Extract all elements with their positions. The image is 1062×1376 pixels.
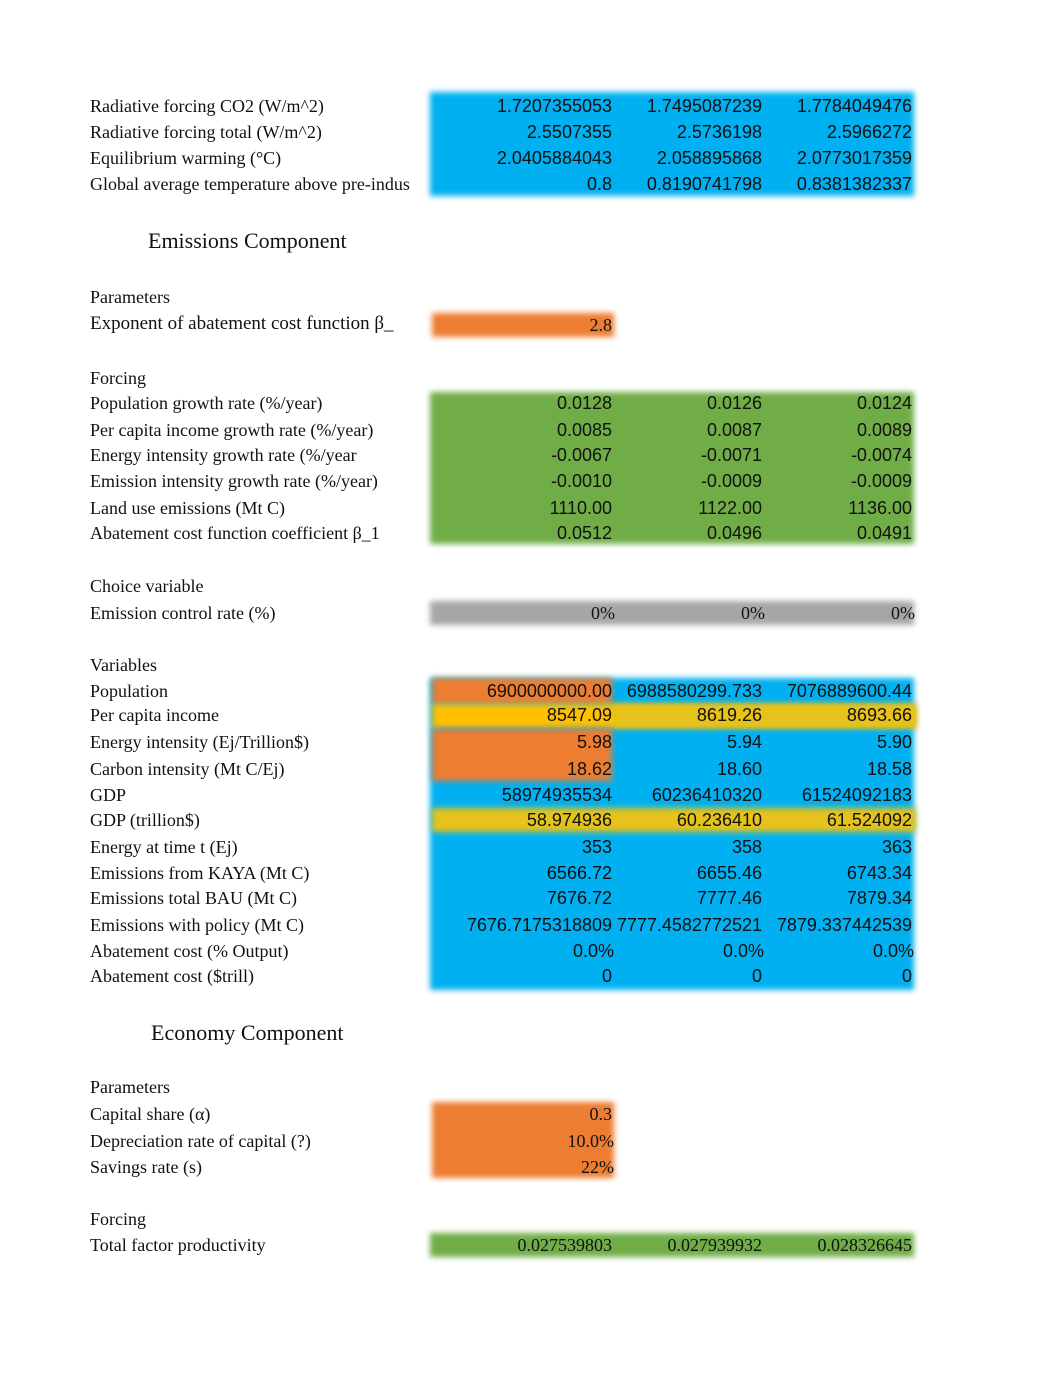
cell-value[interactable]: 0.0% bbox=[724, 940, 914, 962]
row-label: Abatement cost ($trill) bbox=[90, 966, 254, 986]
row-label: Energy intensity (Ej/Trillion$) bbox=[90, 732, 309, 752]
row-label: Radiative forcing CO2 (W/m^2) bbox=[90, 96, 324, 116]
row-label: Per capita income growth rate (%/year) bbox=[90, 420, 374, 440]
row-label: Land use emissions (Mt C) bbox=[90, 498, 285, 518]
row-label: Per capita income bbox=[90, 705, 219, 725]
row-label: Abatement cost function coefficient β_1 bbox=[90, 523, 380, 543]
row-label: Capital share (α) bbox=[90, 1104, 211, 1124]
cell-value[interactable]: 61524092183 bbox=[722, 784, 912, 806]
row-label: GDP bbox=[90, 785, 127, 805]
cell-value[interactable]: 18.58 bbox=[722, 758, 912, 780]
row-label: Abatement cost (% Output) bbox=[90, 941, 289, 961]
cell-value[interactable]: 0.3 bbox=[422, 1103, 613, 1125]
cell-value[interactable]: 22% bbox=[424, 1156, 614, 1178]
cell-value[interactable]: 2.0773017359 bbox=[722, 147, 912, 169]
cell-value[interactable]: 0% bbox=[725, 602, 915, 624]
cell-value[interactable]: 0.0124 bbox=[722, 392, 912, 414]
choice-variable-heading: Choice variable bbox=[90, 576, 204, 596]
row-label: Emissions with policy (Mt C) bbox=[90, 915, 305, 935]
row-label: Depreciation rate of capital (?) bbox=[90, 1131, 311, 1151]
forcing-heading: Forcing bbox=[90, 1209, 146, 1229]
cell-value[interactable]: 1136.00 bbox=[722, 497, 912, 519]
cell-value[interactable]: 6743.34 bbox=[722, 862, 912, 884]
row-label: Population growth rate (%/year) bbox=[90, 393, 323, 413]
cell-value[interactable]: 0.0089 bbox=[722, 419, 912, 441]
row-label: Carbon intensity (Mt C/Ej) bbox=[90, 759, 285, 779]
row-label: Equilibrium warming (°C) bbox=[90, 148, 282, 168]
forcing-heading: Forcing bbox=[90, 368, 146, 388]
emissions-section-title: Emissions Component bbox=[148, 228, 347, 253]
cell-value[interactable]: 1.7784049476 bbox=[722, 95, 912, 117]
row-label: Emissions from KAYA (Mt C) bbox=[90, 863, 310, 883]
row-label: Savings rate (s) bbox=[90, 1157, 202, 1177]
row-label: Exponent of abatement cost function β_ bbox=[90, 313, 394, 334]
cell-value[interactable]: 61.524092 bbox=[722, 809, 912, 831]
row-label: Emission control rate (%) bbox=[90, 603, 276, 623]
cell-value[interactable]: 7879.337442539 bbox=[712, 914, 912, 936]
cell-value[interactable]: 0 bbox=[722, 965, 912, 987]
row-label: Emission intensity growth rate (%/year) bbox=[90, 471, 378, 491]
cell-value[interactable]: 2.5966272 bbox=[722, 121, 912, 143]
row-label: Energy intensity growth rate (%/year bbox=[90, 445, 357, 465]
cell-value[interactable]: 5.90 bbox=[722, 731, 912, 753]
cell-value[interactable]: 0.028326645 bbox=[722, 1234, 913, 1256]
cell-value[interactable]: 2.8 bbox=[422, 314, 613, 336]
variables-heading: Variables bbox=[90, 655, 157, 675]
economy-section-title: Economy Component bbox=[151, 1020, 344, 1045]
row-label: Global average temperature above pre-ind… bbox=[90, 174, 410, 194]
row-label: Emissions total BAU (Mt C) bbox=[90, 888, 298, 908]
cell-value[interactable]: 7076889600.44 bbox=[722, 680, 912, 702]
cell-value[interactable]: 363 bbox=[722, 836, 912, 858]
row-label: Total factor productivity bbox=[90, 1235, 266, 1255]
cell-value[interactable]: -0.0009 bbox=[722, 470, 912, 492]
cell-value[interactable]: 0.0491 bbox=[722, 522, 912, 544]
cell-value[interactable]: 8693.66 bbox=[722, 704, 912, 726]
row-label: Radiative forcing total (W/m^2) bbox=[90, 122, 322, 142]
row-label: Population bbox=[90, 681, 169, 701]
cell-value[interactable]: 0.8381382337 bbox=[722, 173, 912, 195]
row-label: Energy at time t (Ej) bbox=[90, 837, 238, 857]
cell-value[interactable]: -0.0074 bbox=[722, 444, 912, 466]
parameters-heading: Parameters bbox=[90, 287, 170, 307]
cell-value[interactable]: 7879.34 bbox=[722, 887, 912, 909]
parameters-heading: Parameters bbox=[90, 1077, 170, 1097]
cell-value[interactable]: 10.0% bbox=[424, 1130, 615, 1152]
row-label: GDP (trillion$) bbox=[90, 810, 200, 830]
